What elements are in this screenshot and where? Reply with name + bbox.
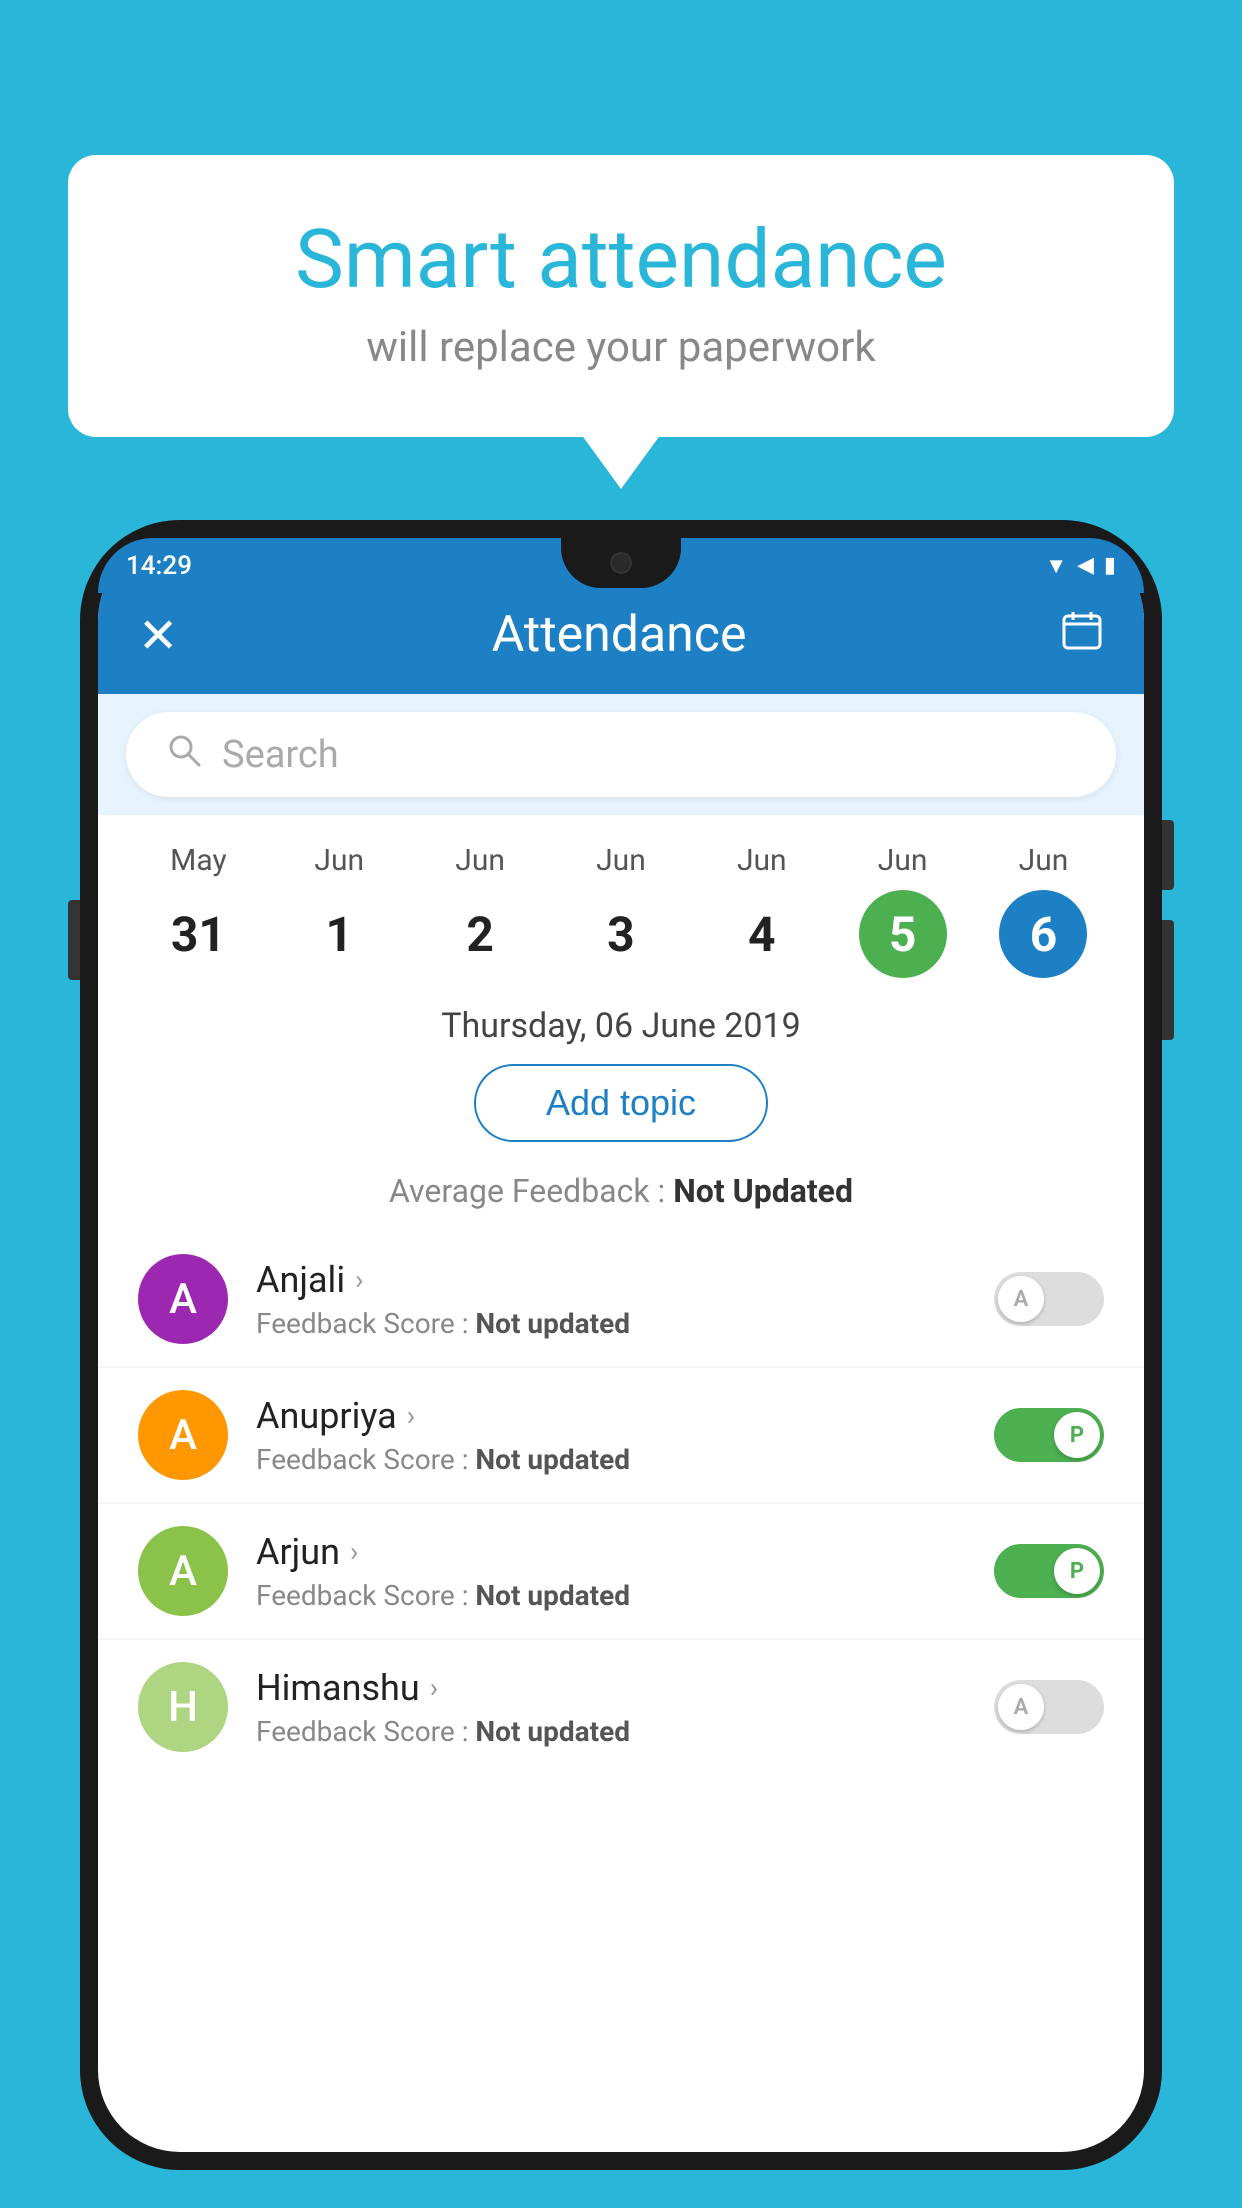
phone-outer: 14:29 ▼ ◀ ▮ ✕ Attendance	[80, 520, 1162, 2170]
cal-month-6: Jun	[1019, 843, 1069, 878]
chevron-icon-3: ›	[430, 1671, 438, 1704]
search-bar[interactable]: Search	[126, 712, 1116, 797]
average-feedback: Average Feedback : Not Updated	[98, 1162, 1144, 1232]
student-avatar-2: A	[138, 1526, 228, 1616]
speech-bubble: Smart attendance will replace your paper…	[68, 155, 1174, 437]
student-avatar-0: A	[138, 1254, 228, 1344]
calendar-day-2[interactable]: Jun 2	[436, 843, 524, 978]
student-row-0: A Anjali › Feedback Score : Not updated A	[98, 1232, 1144, 1366]
cal-month-5: Jun	[878, 843, 928, 878]
side-button-left	[68, 900, 80, 980]
cal-month-3: Jun	[596, 843, 646, 878]
cal-num-3: 3	[577, 890, 665, 978]
student-row-1: A Anupriya › Feedback Score : Not updated P	[98, 1368, 1144, 1502]
student-feedback-3: Feedback Score : Not updated	[256, 1715, 966, 1748]
avg-feedback-label: Average Feedback :	[389, 1172, 673, 1210]
cal-num-0: 31	[154, 890, 242, 978]
calendar-day-5[interactable]: Jun 5	[859, 843, 947, 978]
calendar-strip: May 31 Jun 1 Jun 2 Jun 3 Jun 4 Jun 5 Jun 6	[98, 815, 1144, 988]
chevron-icon-1: ›	[407, 1399, 415, 1432]
status-icons: ▼ ◀ ▮	[1045, 553, 1116, 579]
calendar-day-1[interactable]: Jun 1	[295, 843, 383, 978]
student-feedback-0: Feedback Score : Not updated	[256, 1307, 966, 1340]
side-button-right-mid	[1162, 920, 1174, 1040]
phone-frame: 14:29 ▼ ◀ ▮ ✕ Attendance	[80, 520, 1162, 2208]
student-row-3: H Himanshu › Feedback Score : Not updated A	[98, 1640, 1144, 1774]
chevron-icon-0: ›	[355, 1263, 363, 1296]
calendar-day-3[interactable]: Jun 3	[577, 843, 665, 978]
student-row-2: A Arjun › Feedback Score : Not updated P	[98, 1504, 1144, 1638]
student-info-2: Arjun › Feedback Score : Not updated	[256, 1531, 966, 1612]
search-bar-container: Search	[98, 694, 1144, 815]
student-info-0: Anjali › Feedback Score : Not updated	[256, 1259, 966, 1340]
wifi-icon: ▼	[1045, 553, 1067, 579]
camera	[610, 552, 632, 574]
calendar-icon[interactable]	[1060, 608, 1104, 663]
close-button[interactable]: ✕	[138, 607, 178, 664]
add-topic-container: Add topic	[98, 1054, 1144, 1162]
avg-feedback-value: Not Updated	[673, 1172, 853, 1210]
students-list: AAnjali ›Feedback Score : Not updatedAAA…	[98, 1232, 1144, 1774]
battery-icon: ▮	[1104, 553, 1116, 578]
calendar-day-0[interactable]: May 31	[154, 843, 242, 978]
student-info-3: Himanshu › Feedback Score : Not updated	[256, 1667, 966, 1748]
add-topic-button[interactable]: Add topic	[474, 1064, 768, 1142]
speech-bubble-container: Smart attendance will replace your paper…	[68, 155, 1174, 437]
toggle-off-3[interactable]: A	[994, 1680, 1104, 1734]
chevron-icon-2: ›	[350, 1535, 358, 1568]
bubble-title: Smart attendance	[148, 215, 1094, 305]
search-icon	[166, 732, 202, 777]
cal-month-0: May	[170, 843, 226, 878]
student-name-3[interactable]: Himanshu ›	[256, 1667, 966, 1709]
side-button-right-top	[1162, 820, 1174, 890]
phone-notch	[561, 538, 681, 588]
cal-num-1: 1	[295, 890, 383, 978]
selected-date-label: Thursday, 06 June 2019	[98, 988, 1144, 1054]
search-placeholder: Search	[222, 733, 339, 777]
toggle-on-2[interactable]: P	[994, 1544, 1104, 1598]
bubble-subtitle: will replace your paperwork	[148, 323, 1094, 372]
student-name-2[interactable]: Arjun ›	[256, 1531, 966, 1573]
student-name-0[interactable]: Anjali ›	[256, 1259, 966, 1301]
cal-num-5: 5	[859, 890, 947, 978]
app-title: Attendance	[492, 606, 747, 664]
student-feedback-2: Feedback Score : Not updated	[256, 1579, 966, 1612]
phone-screen: ✕ Attendance	[98, 538, 1144, 2152]
toggle-off-0[interactable]: A	[994, 1272, 1104, 1326]
status-time: 14:29	[126, 551, 192, 581]
cal-num-6: 6	[999, 890, 1087, 978]
student-name-1[interactable]: Anupriya ›	[256, 1395, 966, 1437]
cal-month-2: Jun	[455, 843, 505, 878]
cal-num-2: 2	[436, 890, 524, 978]
student-avatar-1: A	[138, 1390, 228, 1480]
signal-icon: ◀	[1077, 553, 1094, 578]
calendar-day-4[interactable]: Jun 4	[718, 843, 806, 978]
cal-month-1: Jun	[314, 843, 364, 878]
cal-month-4: Jun	[737, 843, 787, 878]
toggle-on-1[interactable]: P	[994, 1408, 1104, 1462]
cal-num-4: 4	[718, 890, 806, 978]
student-avatar-3: H	[138, 1662, 228, 1752]
student-info-1: Anupriya › Feedback Score : Not updated	[256, 1395, 966, 1476]
calendar-day-6[interactable]: Jun 6	[999, 843, 1087, 978]
student-feedback-1: Feedback Score : Not updated	[256, 1443, 966, 1476]
